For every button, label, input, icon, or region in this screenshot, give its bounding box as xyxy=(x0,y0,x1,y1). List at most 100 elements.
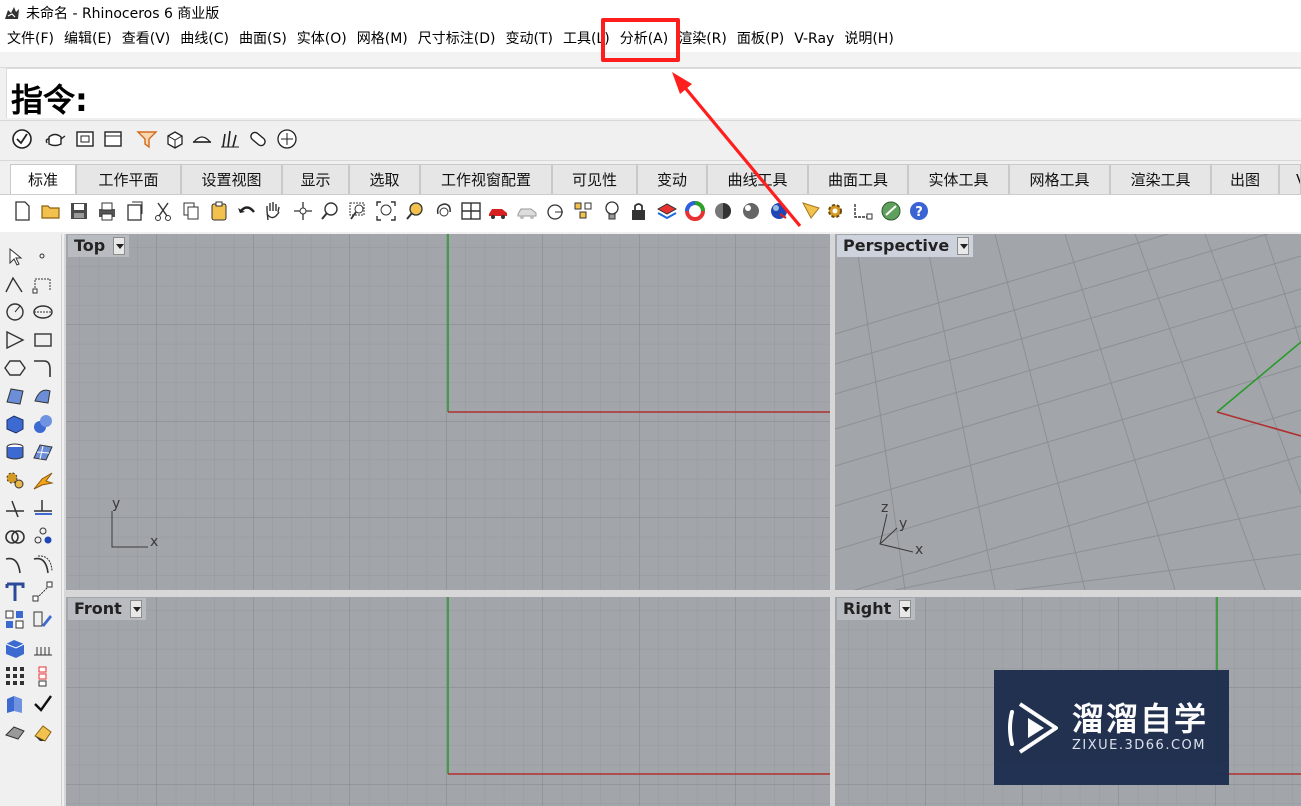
block-icon[interactable] xyxy=(4,637,26,659)
window-icon[interactable] xyxy=(102,128,124,150)
surface-patch-icon[interactable] xyxy=(32,385,54,407)
zoom-icon[interactable] xyxy=(319,200,341,222)
points-cluster-icon[interactable] xyxy=(32,525,54,547)
copy-icon[interactable] xyxy=(180,200,202,222)
array-icon[interactable] xyxy=(32,637,54,659)
menu-help[interactable]: 说明(H) xyxy=(839,26,898,52)
tab-vray[interactable]: V xyxy=(1279,164,1301,195)
car-icon[interactable] xyxy=(487,200,509,222)
pill-icon[interactable] xyxy=(247,128,269,150)
pan-hand-icon[interactable] xyxy=(262,200,284,222)
rectangle-icon[interactable] xyxy=(32,329,54,351)
menu-surface[interactable]: 曲面(S) xyxy=(234,26,292,52)
polyline-icon[interactable] xyxy=(4,274,26,296)
rendered-sphere-icon[interactable] xyxy=(740,200,762,222)
mesh-icon[interactable] xyxy=(32,441,54,463)
tab-select[interactable]: 选取 xyxy=(349,164,420,195)
layer-icon[interactable] xyxy=(656,200,678,222)
menu-vray[interactable]: V-Ray xyxy=(789,26,839,52)
hexagon-icon[interactable] xyxy=(4,357,26,379)
menu-curve[interactable]: 曲线(C) xyxy=(175,26,234,52)
menu-render[interactable]: 渲染(R) xyxy=(673,26,732,52)
group-icon[interactable] xyxy=(4,609,26,631)
viewport-front[interactable]: Front xyxy=(66,597,830,806)
dimension-tool-icon[interactable] xyxy=(32,581,54,603)
point-icon[interactable] xyxy=(32,246,54,268)
gumball-icon[interactable] xyxy=(276,128,298,150)
viewport-top-menu-caret[interactable] xyxy=(113,237,126,255)
cylinder-icon[interactable] xyxy=(4,441,26,463)
blue-sphere-icon[interactable] xyxy=(768,200,790,222)
split-icon[interactable] xyxy=(32,497,54,519)
tab-display[interactable]: 显示 xyxy=(282,164,349,195)
filter-icon[interactable] xyxy=(136,128,158,150)
viewport-perspective-menu-caret[interactable] xyxy=(957,237,970,255)
print-icon[interactable] xyxy=(96,200,118,222)
box-icon[interactable] xyxy=(164,128,186,150)
options-gear-icon[interactable] xyxy=(824,200,846,222)
grid-array-icon[interactable] xyxy=(4,665,26,687)
zoom-extents-icon[interactable] xyxy=(375,200,397,222)
polygon-icon[interactable] xyxy=(4,329,26,351)
tab-solid-tools[interactable]: 实体工具 xyxy=(908,164,1009,195)
lock-icon[interactable] xyxy=(628,200,650,222)
grass-icon[interactable] xyxy=(219,128,241,150)
viewport-top[interactable]: Top y x xyxy=(66,234,830,590)
select-arrow-icon[interactable] xyxy=(4,246,26,268)
shaded-sphere-icon[interactable] xyxy=(712,200,734,222)
teapot-icon[interactable] xyxy=(44,128,66,150)
ghosted-car-icon[interactable] xyxy=(516,200,538,222)
tab-surface-tools[interactable]: 曲面工具 xyxy=(808,164,908,195)
viewport-front-menu-caret[interactable] xyxy=(129,600,142,618)
spotlight-icon[interactable] xyxy=(800,200,822,222)
check-circle-icon[interactable] xyxy=(11,128,33,150)
surface-corners-icon[interactable] xyxy=(4,385,26,407)
tab-transform[interactable]: 变动 xyxy=(637,164,707,195)
fillet-curve-icon[interactable] xyxy=(32,357,54,379)
save-icon[interactable] xyxy=(68,200,90,222)
menu-mesh[interactable]: 网格(M) xyxy=(352,26,413,52)
undo-icon[interactable] xyxy=(236,200,258,222)
properties-icon[interactable] xyxy=(124,200,146,222)
zoom-window-icon[interactable] xyxy=(347,200,369,222)
extrude-icon[interactable] xyxy=(4,693,26,715)
tab-drafting[interactable]: 出图 xyxy=(1211,164,1279,195)
tab-visibility[interactable]: 可见性 xyxy=(552,164,637,195)
offset-curve-icon[interactable] xyxy=(32,553,54,575)
zoom-selected-icon[interactable] xyxy=(404,200,426,222)
tab-viewport-layout[interactable]: 工作视窗配置 xyxy=(420,164,552,195)
checkmark-icon[interactable] xyxy=(32,693,54,715)
viewport-perspective-label[interactable]: Perspective xyxy=(837,235,974,257)
tab-standard[interactable]: 标准 xyxy=(10,164,76,196)
text-icon[interactable] xyxy=(4,581,26,603)
viewport-front-label[interactable]: Front xyxy=(68,598,146,620)
circle-icon[interactable] xyxy=(4,301,26,323)
points-on-icon[interactable] xyxy=(572,200,594,222)
sweep-icon[interactable] xyxy=(4,721,26,743)
viewport-right-label[interactable]: Right xyxy=(837,598,916,620)
command-line[interactable]: 指令: xyxy=(6,68,1301,119)
boolean-icon[interactable] xyxy=(4,525,26,547)
dimension-icon[interactable] xyxy=(852,200,874,222)
hat-icon[interactable] xyxy=(191,128,213,150)
menu-panels[interactable]: 面板(P) xyxy=(732,26,789,52)
menu-view[interactable]: 查看(V) xyxy=(117,26,176,52)
tab-curve-tools[interactable]: 曲线工具 xyxy=(707,164,808,195)
viewport-right-menu-caret[interactable] xyxy=(899,600,912,618)
menu-solid[interactable]: 实体(O) xyxy=(292,26,352,52)
explode-icon[interactable] xyxy=(32,469,54,491)
gears-icon[interactable] xyxy=(4,469,26,491)
tab-mesh-tools[interactable]: 网格工具 xyxy=(1009,164,1110,195)
menu-transform[interactable]: 变动(T) xyxy=(500,26,557,52)
solid-box-icon[interactable] xyxy=(4,413,26,435)
eraser-icon[interactable] xyxy=(32,721,54,743)
menu-edit[interactable]: 编辑(E) xyxy=(59,26,117,52)
curve-points-icon[interactable] xyxy=(32,274,54,296)
open-folder-icon[interactable] xyxy=(40,200,62,222)
solid-spheres-icon[interactable] xyxy=(32,413,54,435)
viewport-top-label[interactable]: Top xyxy=(68,235,130,257)
viewport-perspective[interactable]: Perspective z y x xyxy=(835,234,1301,590)
new-file-icon[interactable] xyxy=(11,200,33,222)
menu-file[interactable]: 文件(F) xyxy=(2,26,59,52)
document-icon[interactable] xyxy=(74,128,96,150)
